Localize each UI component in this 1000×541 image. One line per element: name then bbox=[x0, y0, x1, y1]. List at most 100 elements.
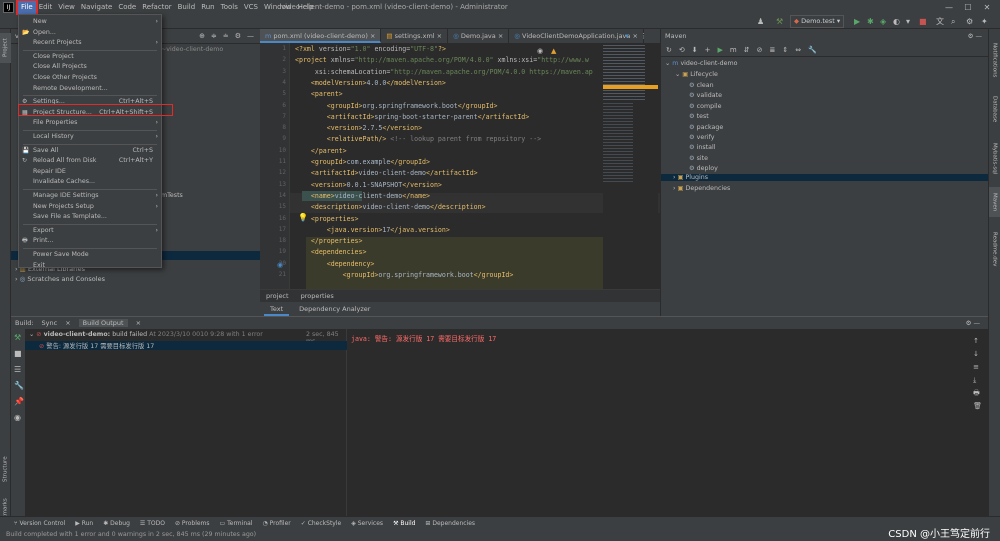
code-line[interactable]: <groupId>org.springframework.boot</group… bbox=[295, 102, 498, 110]
tool-terminal[interactable]: ▭ Terminal bbox=[220, 517, 253, 529]
lifecycle-goal-validate[interactable]: ⚙ validate bbox=[689, 92, 722, 99]
maven-lifecycle[interactable]: ⌄ ▣ Lifecycle bbox=[675, 71, 718, 78]
menu-code[interactable]: Code bbox=[115, 1, 139, 14]
tool-debug[interactable]: ✱ Debug bbox=[103, 517, 130, 529]
download-icon[interactable]: ⬇ bbox=[692, 46, 698, 54]
lifecycle-goal-site[interactable]: ⚙ site bbox=[689, 155, 708, 162]
close-tab-icon[interactable]: × bbox=[496, 32, 503, 40]
code-line[interactable]: <relativePath/> <!-- lookup parent from … bbox=[295, 135, 541, 143]
tab-build-output[interactable]: Build Output bbox=[78, 319, 128, 327]
coverage-icon[interactable]: ◈ bbox=[880, 16, 886, 27]
lifecycle-goal-package[interactable]: ⚙ package bbox=[689, 124, 723, 131]
rebuild-icon[interactable]: ⚒ bbox=[14, 333, 21, 342]
tool-problems[interactable]: ⊘ Problems bbox=[175, 517, 210, 529]
file-menu-item[interactable]: Power Save Mode bbox=[19, 250, 161, 260]
file-menu-item[interactable]: New Projects Setup › bbox=[19, 202, 161, 212]
build-output-text[interactable]: java: 警告: 源发行版 17 需要目标发行版 17 bbox=[351, 333, 496, 343]
menu-vcs[interactable]: VCS bbox=[241, 1, 261, 14]
file-menu-item[interactable]: 🖶 Print... bbox=[19, 236, 161, 246]
menu-file[interactable]: File bbox=[16, 0, 38, 16]
run-config-select[interactable]: ◆ Demo.test ▾ bbox=[790, 15, 845, 28]
file-menu-item[interactable]: Close Project bbox=[19, 52, 161, 62]
maven-plugins[interactable]: › ▣ Plugins bbox=[661, 174, 988, 181]
menu-refactor[interactable]: Refactor bbox=[139, 1, 174, 14]
lifecycle-goal-compile[interactable]: ⚙ compile bbox=[689, 103, 721, 110]
profile-icon[interactable]: ◐ bbox=[893, 16, 900, 27]
generate-sources-icon[interactable]: ⟲ bbox=[679, 46, 685, 54]
code-line[interactable]: <modelVersion>4.0.0</modelVersion> bbox=[295, 79, 446, 87]
code-line[interactable]: </parent> bbox=[295, 147, 347, 155]
search-everywhere-icon[interactable]: ⌕ bbox=[951, 16, 955, 27]
structure-tool-tab[interactable]: Structure bbox=[0, 449, 11, 489]
build-root-row[interactable]: ⌄ ⊘ video-client-demo: build failed At 2… bbox=[29, 331, 263, 338]
code-line[interactable]: <java.version>17</java.version> bbox=[295, 226, 450, 234]
debug-icon[interactable]: ✱ bbox=[867, 16, 874, 27]
build-settings-icon[interactable]: ⚙ — bbox=[966, 319, 980, 327]
tool-profiler[interactable]: ◔ Profiler bbox=[262, 517, 290, 529]
reload-icon[interactable]: ↻ bbox=[666, 46, 672, 54]
filter-icon[interactable]: ☰ bbox=[14, 365, 21, 374]
tool-services[interactable]: ◈ Services bbox=[351, 517, 383, 529]
close-tab-icon[interactable]: × bbox=[435, 32, 442, 40]
file-menu-item[interactable]: ↻ Reload All from Disk Ctrl+Alt+Y bbox=[19, 156, 161, 166]
tree-item-scratches[interactable]: › ◎ Scratches and Consoles bbox=[15, 275, 105, 283]
run-goal-icon[interactable]: ▶ bbox=[718, 46, 723, 54]
more-run-icon[interactable]: ▾ bbox=[906, 16, 910, 27]
hammer-icon[interactable]: ⚒ bbox=[776, 16, 783, 27]
run-icon[interactable]: ▶ bbox=[854, 16, 860, 27]
build-error-row[interactable]: ⊘ 警告: 源发行版 17 需要目标发行版 17 bbox=[25, 341, 347, 350]
file-menu-item[interactable]: Invalidate Caches... bbox=[19, 177, 161, 187]
show-deps-icon[interactable]: ≣ bbox=[769, 46, 775, 54]
maven-dependencies[interactable]: › ▣ Dependencies bbox=[673, 185, 730, 192]
project-tool-tab[interactable]: Project bbox=[0, 33, 11, 63]
pin-icon[interactable]: 📌 bbox=[14, 397, 24, 406]
editor-tab[interactable]: m pom.xml (video-client-demo) × bbox=[260, 29, 382, 43]
minimap[interactable] bbox=[603, 43, 658, 289]
file-menu-item[interactable]: 💾 Save All Ctrl+S bbox=[19, 146, 161, 156]
lifecycle-goal-verify[interactable]: ⚙ verify bbox=[689, 134, 714, 141]
reader-mode-icon[interactable]: ◉ bbox=[537, 47, 543, 55]
code-line[interactable]: <?xml version="1.0" encoding="UTF-8"?> bbox=[295, 45, 446, 53]
stop-icon[interactable]: ■ bbox=[919, 16, 927, 27]
status-message[interactable]: Build completed with 1 error and 0 warni… bbox=[6, 531, 256, 538]
file-menu-item[interactable]: Local History › bbox=[19, 132, 161, 142]
file-menu-item[interactable]: Export › bbox=[19, 226, 161, 236]
menu-run[interactable]: Run bbox=[198, 1, 217, 14]
file-menu-item[interactable]: Repair IDE bbox=[19, 167, 161, 177]
code-line[interactable]: <description>video-client-demo</descript… bbox=[295, 203, 486, 211]
notifications-tool-tab[interactable]: Notifications bbox=[989, 35, 1000, 85]
file-menu-item[interactable]: Save File as Template... bbox=[19, 212, 161, 222]
code-line[interactable]: <dependencies> bbox=[295, 248, 367, 256]
code-line[interactable]: <version>0.0.1-SNAPSHOT</version> bbox=[295, 181, 442, 189]
database-tool-tab[interactable]: Database bbox=[989, 89, 1000, 129]
code-line[interactable]: <version>2.7.5</version> bbox=[295, 124, 422, 132]
skip-tests-icon[interactable]: ⊘ bbox=[757, 46, 763, 54]
readme-tool-tab[interactable]: Readme.dev bbox=[989, 224, 1000, 274]
tab-dependency-analyzer[interactable]: Dependency Analyzer bbox=[293, 302, 376, 316]
code-line[interactable]: </properties> bbox=[295, 237, 363, 245]
file-menu-item[interactable]: File Properties › bbox=[19, 118, 161, 128]
code-line[interactable]: <artifactId>video-client-demo</artifactI… bbox=[295, 169, 478, 177]
expand-icon[interactable]: ≑ bbox=[211, 32, 217, 40]
code-line[interactable]: xsi:schemaLocation="http://maven.apache.… bbox=[295, 68, 593, 76]
menu-navigate[interactable]: Navigate bbox=[78, 1, 115, 14]
file-menu-item[interactable]: Close All Projects bbox=[19, 62, 161, 72]
menu-edit[interactable]: Edit bbox=[36, 1, 56, 14]
wrench-icon[interactable]: 🔧 bbox=[808, 46, 817, 54]
stop-build-icon[interactable]: ■ bbox=[14, 349, 22, 358]
menu-tools[interactable]: Tools bbox=[218, 1, 241, 14]
toggle-offline-icon[interactable]: ⇵ bbox=[744, 46, 750, 54]
menu-view[interactable]: View bbox=[55, 1, 78, 14]
code-editor[interactable]: 1 2 3 4 5 6 7 8 9 10 11 12 13 14 15 16 17 18 19 20 21 <?xml … bbox=[260, 43, 660, 289]
minimize-icon[interactable]: — bbox=[942, 3, 956, 12]
collapse-icon[interactable]: ≐ bbox=[223, 32, 229, 40]
hide-panel-icon[interactable]: — bbox=[247, 32, 254, 40]
maximize-icon[interactable]: ☐ bbox=[961, 3, 975, 12]
code-line[interactable]: <dependency> bbox=[295, 260, 375, 268]
code-line[interactable]: <artifactId>spring-boot-starter-parent</… bbox=[295, 113, 529, 121]
code-line[interactable]: <groupId>org.springframework.boot</group… bbox=[295, 271, 514, 279]
code-line[interactable]: <project xmlns="http://maven.apache.org/… bbox=[295, 56, 589, 64]
close-icon[interactable]: ✕ bbox=[980, 3, 994, 12]
tool-build[interactable]: ⚒ Build bbox=[393, 517, 415, 529]
expand-all-icon[interactable]: ⇔ bbox=[795, 46, 801, 54]
